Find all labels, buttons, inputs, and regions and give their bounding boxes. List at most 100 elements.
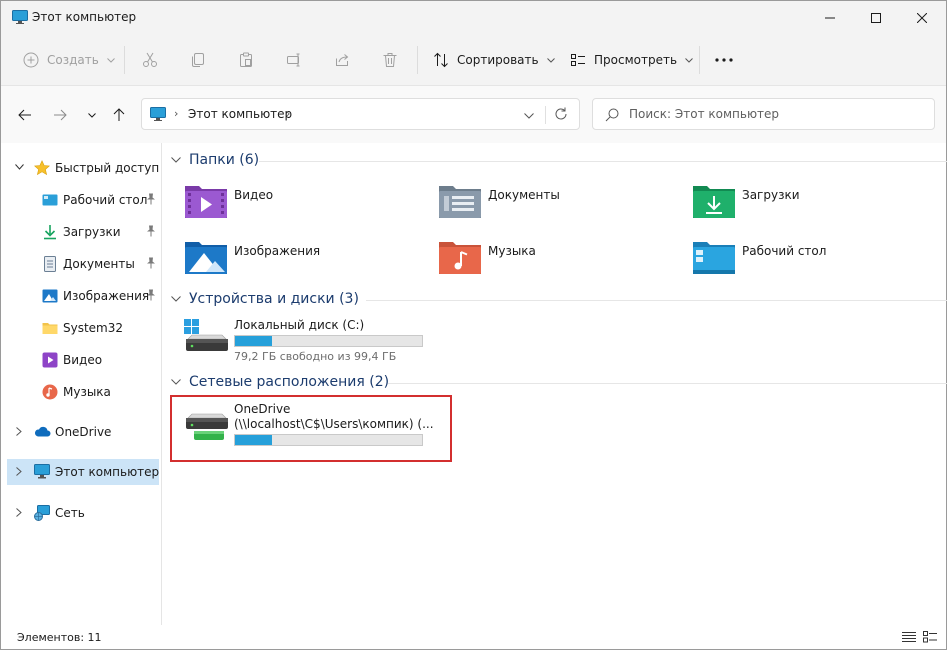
chevron-right-icon[interactable] [13, 425, 25, 437]
refresh-button[interactable] [554, 107, 568, 124]
back-button[interactable] [14, 104, 36, 126]
chevron-down-icon [106, 57, 115, 63]
group-divider [259, 161, 947, 162]
cut-button[interactable] [142, 46, 158, 74]
forward-button[interactable] [49, 104, 71, 126]
sidebar-item-pictures[interactable]: Изображения [7, 283, 159, 309]
title-bar: Этот компьютер [1, 1, 946, 34]
breadcrumb-this-pc[interactable]: Этот компьютер [188, 107, 292, 121]
new-button[interactable]: Создать [23, 46, 115, 74]
chevron-right-icon[interactable]: › [286, 107, 290, 120]
chevron-right-icon[interactable] [13, 465, 25, 477]
pin-icon [146, 289, 156, 304]
details-view-button[interactable] [902, 631, 916, 643]
search-box[interactable] [592, 98, 935, 130]
address-separator [545, 106, 546, 124]
arrow-up-icon [113, 108, 125, 122]
more-options-button[interactable] [714, 46, 734, 74]
download-icon [42, 224, 58, 240]
recent-locations-button[interactable] [81, 104, 103, 126]
sidebar-item-videos[interactable]: Видео [7, 347, 159, 373]
sidebar-item-quick-access[interactable]: Быстрый доступ [7, 155, 159, 181]
scissors-icon [142, 52, 158, 68]
sidebar-item-label: Сеть [55, 506, 85, 520]
folder-item-videos[interactable]: Видео [184, 181, 424, 225]
sidebar-item-onedrive[interactable]: OneDrive [7, 419, 159, 445]
sidebar-item-downloads[interactable]: Загрузки [7, 219, 159, 245]
sidebar-item-label: Быстрый доступ [55, 161, 160, 175]
paste-button[interactable] [238, 46, 254, 74]
sidebar-item-documents[interactable]: Документы [7, 251, 159, 277]
sort-button-label: Сортировать [457, 53, 539, 67]
address-bar[interactable]: › Этот компьютер › [141, 98, 580, 130]
address-history-dropdown[interactable] [524, 108, 534, 122]
drive-item-local-c[interactable]: Локальный диск (C:) 79,2 ГБ свободно из … [184, 317, 444, 367]
window-title: Этот компьютер [32, 10, 137, 24]
drive-free-space: 79,2 ГБ свободно из 99,4 ГБ [234, 350, 397, 363]
status-bar: Элементов: 11 [1, 625, 946, 649]
share-button[interactable] [334, 46, 350, 74]
navigation-bar: › Этот компьютер › [1, 86, 946, 143]
sidebar-item-label: Документы [63, 257, 135, 271]
folder-item-music[interactable]: Музыка [438, 237, 678, 281]
sidebar-item-label: Музыка [63, 385, 111, 399]
up-button[interactable] [108, 104, 130, 126]
copy-button[interactable] [190, 46, 206, 74]
toolbar-separator [699, 46, 700, 74]
sidebar-item-label: OneDrive [55, 425, 112, 439]
delete-button[interactable] [382, 46, 398, 74]
arrow-left-icon [18, 109, 32, 121]
computer-icon [34, 464, 50, 480]
chevron-down-icon [171, 157, 181, 163]
sidebar-item-music[interactable]: Музыка [7, 379, 159, 405]
toolbar-separator [417, 46, 418, 74]
cloud-icon [34, 425, 51, 441]
group-header-folders[interactable]: Папки (6) [171, 152, 947, 168]
drive-name: Локальный диск (C:) [234, 318, 365, 332]
search-input[interactable] [629, 105, 919, 123]
folder-item-pictures[interactable]: Изображения [184, 237, 424, 281]
chevron-down-icon [171, 379, 181, 385]
tiles-view-button[interactable] [923, 631, 937, 643]
pin-icon [146, 225, 156, 240]
new-button-label: Создать [47, 53, 99, 67]
computer-icon [12, 10, 28, 27]
chevron-down-icon [88, 112, 96, 118]
folder-name: Изображения [234, 244, 321, 258]
folder-item-downloads[interactable]: Загрузки [692, 181, 932, 225]
group-divider [388, 383, 947, 384]
sidebar-item-system32[interactable]: System32 [7, 315, 159, 341]
trash-icon [382, 52, 398, 68]
toolbar-separator [124, 46, 125, 74]
desktop-folder-icon [692, 237, 736, 277]
minimize-button[interactable] [807, 1, 853, 34]
chevron-right-icon[interactable] [13, 506, 25, 518]
content-pane: Папки (6) Видео Документы Загрузки Изобр… [163, 143, 947, 625]
view-button[interactable]: Просмотреть [570, 46, 693, 74]
sort-button[interactable]: Сортировать [433, 46, 555, 74]
chevron-down-icon[interactable] [13, 161, 25, 173]
close-button[interactable] [899, 1, 945, 34]
sidebar-item-this-pc[interactable]: Этот компьютер [7, 459, 159, 485]
group-header-devices[interactable]: Устройства и диски (3) [171, 291, 947, 307]
folder-item-documents[interactable]: Документы [438, 181, 678, 225]
rename-button[interactable] [286, 46, 302, 74]
music-folder-icon [438, 237, 482, 277]
folder-name: Документы [488, 188, 560, 202]
sidebar-item-label: Видео [63, 353, 103, 367]
explorer-window: Этот компьютер Создать Сортировать Просм… [0, 0, 947, 650]
more-icon [714, 58, 734, 62]
local-disk-icon [184, 319, 228, 358]
sidebar-item-network[interactable]: Сеть [7, 500, 159, 526]
group-header-network[interactable]: Сетевые расположения (2) [171, 374, 947, 390]
sidebar-item-desktop[interactable]: Рабочий стол [7, 187, 159, 213]
navigation-pane: Быстрый доступ Рабочий стол Загрузки Док… [1, 143, 162, 625]
downloads-folder-icon [692, 181, 736, 221]
pin-icon [146, 257, 156, 272]
view-button-label: Просмотреть [594, 53, 678, 67]
chevron-right-icon: › [174, 107, 179, 120]
folder-item-desktop[interactable]: Рабочий стол [692, 237, 932, 281]
annotation-highlight-box [170, 395, 452, 462]
maximize-button[interactable] [853, 1, 899, 34]
folder-name: Видео [234, 188, 274, 202]
